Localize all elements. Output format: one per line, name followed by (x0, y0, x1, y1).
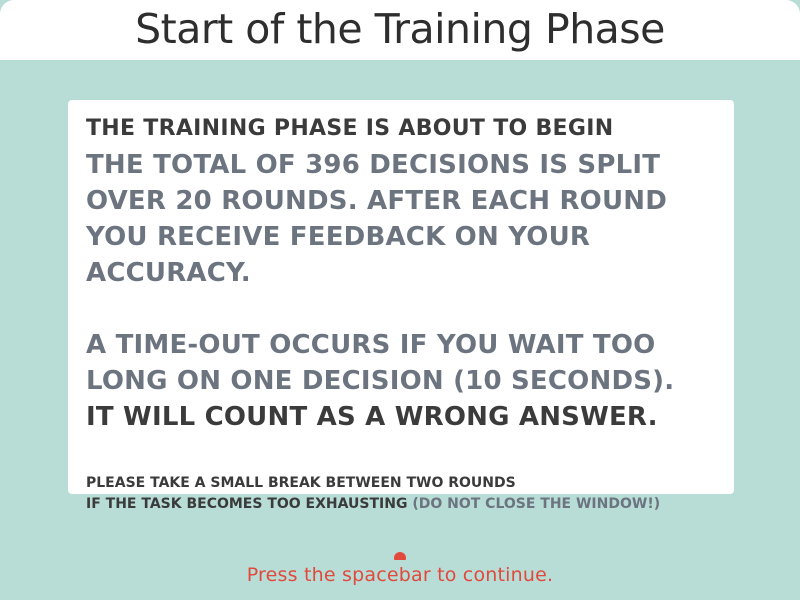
break-note: PLEASE TAKE A SMALL BREAK BETWEEN TWO RO… (86, 473, 734, 515)
instruction-paragraph-2: A TIME-OUT OCCURS IF YOU WAIT TOO LONG O… (86, 327, 706, 435)
card-heading: THE TRAINING PHASE IS ABOUT TO BEGIN (86, 116, 614, 141)
header-bar: Start of the Training Phase (0, 0, 800, 60)
cursor-icon (394, 552, 406, 560)
instruction-paragraph-1: THE TOTAL OF 396 DECISIONS IS SPLIT OVER… (86, 150, 668, 288)
timeout-explanation: A TIME-OUT OCCURS IF YOU WAIT TOO LONG O… (86, 330, 675, 396)
continue-prompt: Press the spacebar to continue. (246, 564, 554, 586)
break-note-line-1: PLEASE TAKE A SMALL BREAK BETWEEN TWO RO… (86, 475, 516, 491)
break-note-line-2: IF THE TASK BECOMES TOO EXHAUSTING (DO N… (86, 494, 734, 515)
do-not-close-warning: (DO NOT CLOSE THE WINDOW!) (412, 496, 661, 512)
wrong-answer-warning: IT WILL COUNT AS A WRONG ANSWER. (86, 402, 658, 432)
break-note-main: IF THE TASK BECOMES TOO EXHAUSTING (86, 496, 408, 512)
instruction-screen: Start of the Training Phase THE TRAINING… (0, 0, 800, 600)
page-title: Start of the Training Phase (135, 5, 665, 53)
instruction-card: THE TRAINING PHASE IS ABOUT TO BEGIN THE… (68, 100, 734, 512)
